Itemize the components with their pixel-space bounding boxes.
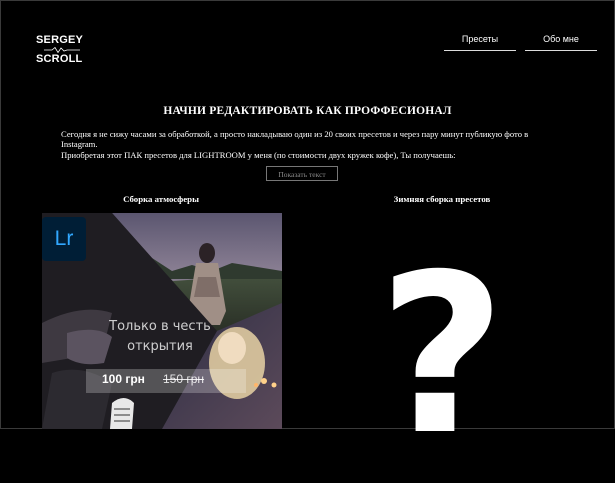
page-headline: НАЧНИ РЕДАКТИРОВАТЬ КАК ПРОФФЕСИОНАЛ xyxy=(163,105,452,117)
price-current: 100 грн xyxy=(102,372,145,386)
intro-paragraph-1: Сегодня я не сижу часами за обработкой, … xyxy=(61,129,529,150)
intro-text: Сегодня я не сижу часами за обработкой, … xyxy=(61,129,556,160)
logo-line-1: SERGEY xyxy=(36,34,84,46)
show-text-button[interactable]: Показать текст xyxy=(266,166,338,181)
overlay-line-1: Только в честь xyxy=(109,319,211,334)
product-card-atmosphere[interactable]: Lr Только в честь открытия 100 грн 150 г… xyxy=(42,213,282,429)
logo-line-2: SCROLL xyxy=(36,53,83,65)
nav-about-link[interactable]: Обо мне xyxy=(525,30,597,51)
product-title-atmosphere: Сборка атмосферы xyxy=(123,194,199,204)
question-mark-icon: ? xyxy=(378,227,506,483)
intro-paragraph-2: Приобретая этот ПАК пресетов для LIGHTRO… xyxy=(61,149,456,160)
logo[interactable]: SERGEY SCROLL xyxy=(36,35,86,65)
nav-presets-link[interactable]: Пресеты xyxy=(444,30,516,51)
price-old: 150 грн xyxy=(163,372,205,386)
lightroom-logo-icon: Lr xyxy=(42,217,86,261)
product-title-winter: Зимняя сборка пресетов xyxy=(393,194,491,204)
product-overlay-text: Только в честь открытия xyxy=(100,317,220,357)
product-card-winter[interactable]: ? xyxy=(322,213,562,465)
overlay-line-2: открытия xyxy=(127,339,193,354)
